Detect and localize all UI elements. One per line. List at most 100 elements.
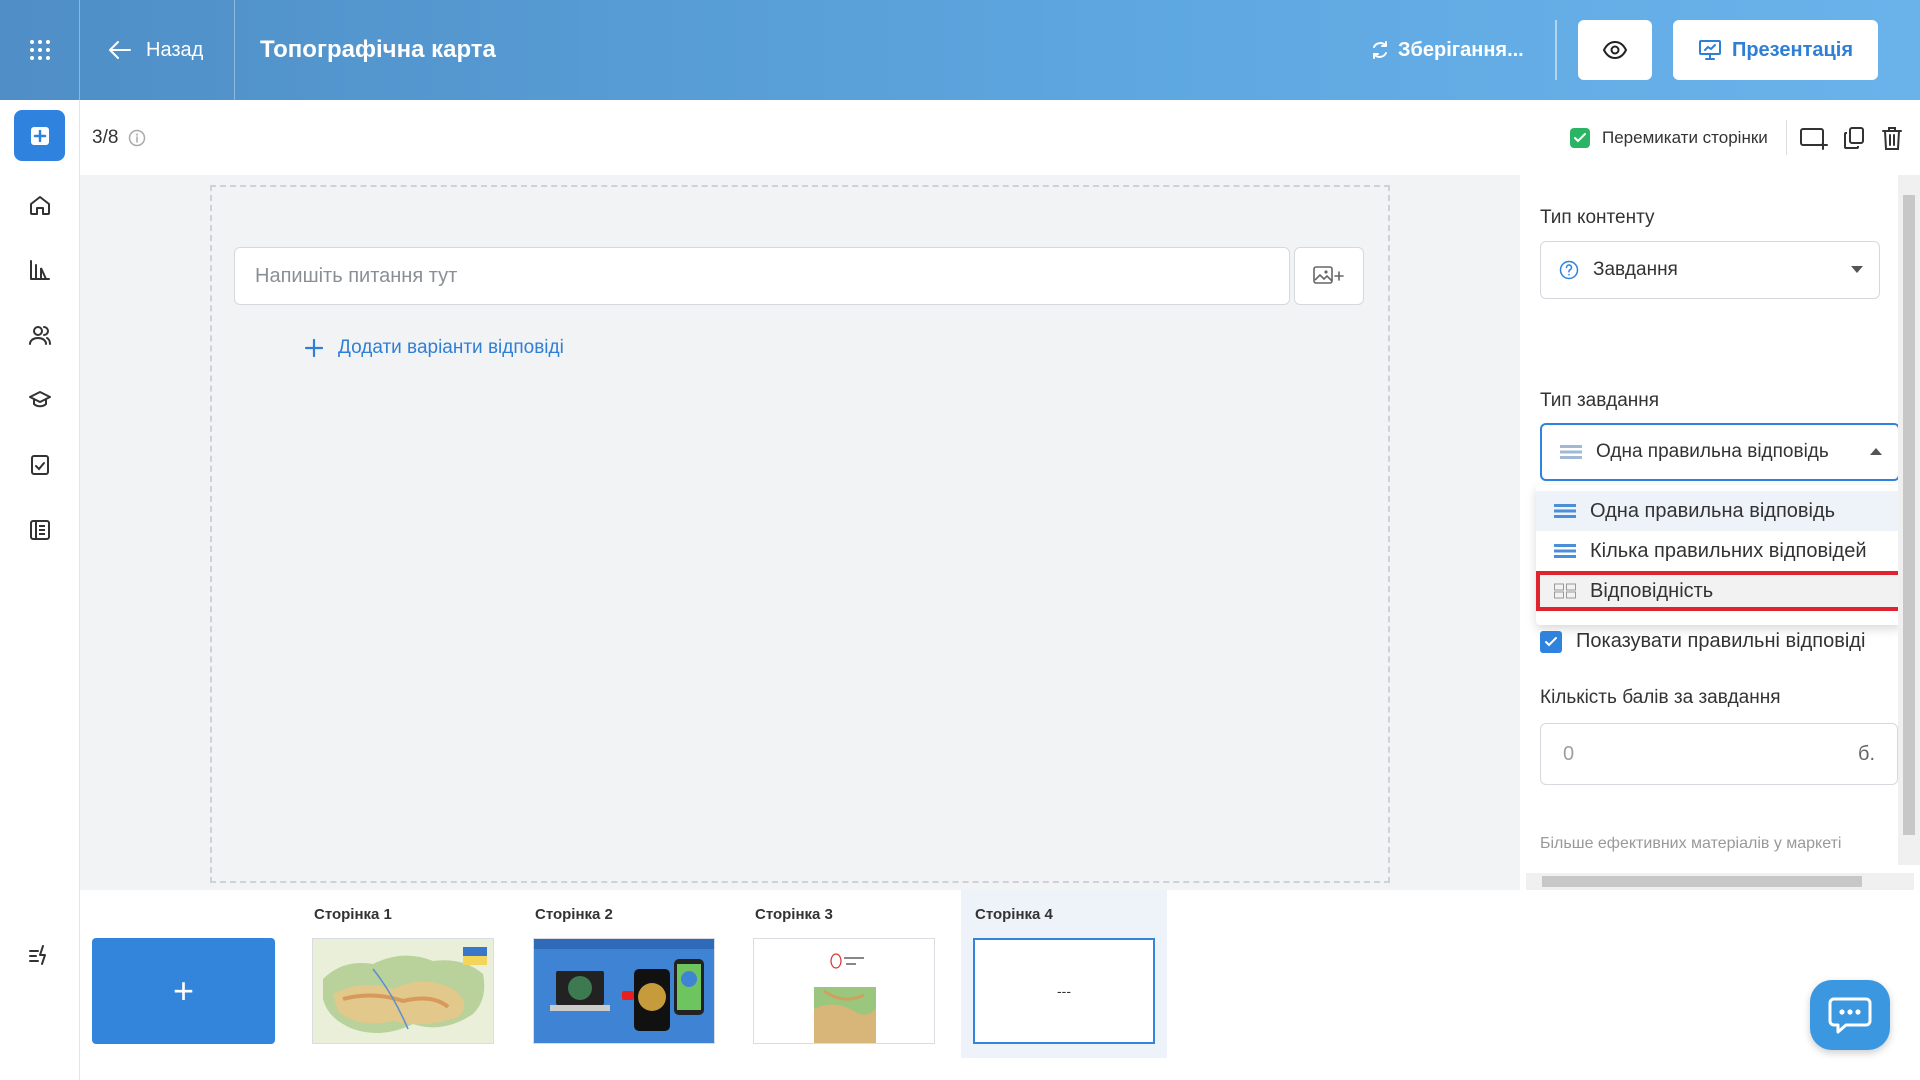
checklist-icon (31, 455, 49, 475)
page-toolbar: 3/8 Перемикати сторінки (80, 100, 1920, 175)
saving-status: Зберігання... (1370, 0, 1524, 100)
presentation-icon (1698, 40, 1721, 60)
create-button[interactable] (14, 110, 65, 161)
chat-bubble-icon (1828, 997, 1872, 1034)
content-type-label: Тип контенту (1540, 207, 1655, 228)
sidebar-item-journal[interactable] (0, 505, 80, 555)
page-label: Сторінка 4 (975, 906, 1053, 923)
eye-icon (1603, 41, 1627, 59)
page-label: Сторінка 1 (314, 906, 392, 923)
presentation-button[interactable]: Презентація (1673, 20, 1878, 80)
add-answers-button[interactable]: Додати варіанти відповіді (304, 333, 564, 363)
page-thumbnail-relief-map[interactable] (753, 938, 935, 1044)
option-matching[interactable]: Відповідність (1536, 571, 1902, 611)
image-plus-icon (1313, 266, 1344, 284)
option-multiple-answers[interactable]: Кілька правильних відповідей (1536, 531, 1902, 571)
info-icon[interactable] (128, 129, 146, 147)
caret-up-icon (1870, 448, 1882, 455)
list-icon (1560, 445, 1582, 459)
question-circle-icon (1559, 260, 1579, 280)
page-label: Сторінка 3 (755, 906, 833, 923)
question-input[interactable]: Напишіть питання тут (234, 247, 1290, 305)
switch-pages-checkbox[interactable] (1570, 127, 1590, 148)
plus-square-icon (30, 126, 49, 145)
preview-button[interactable] (1578, 20, 1652, 80)
add-slide-button[interactable] (1798, 122, 1830, 154)
content-type-value: Завдання (1593, 259, 1678, 280)
switch-pages-label: Перемикати сторінки (1602, 127, 1768, 147)
trash-icon (1882, 127, 1902, 150)
list-icon (1554, 544, 1576, 558)
page-card[interactable]: Сторінка 3 (741, 890, 947, 1058)
sidebar-item-courses[interactable] (0, 375, 80, 425)
settings-panel: Тип контенту Завдання Тип завдання Одна … (1520, 175, 1920, 890)
slide-area[interactable]: Напишіть питання тут Додати варіанти від… (210, 185, 1390, 883)
option-label: Відповідність (1590, 579, 1714, 602)
page-thumbnail-devices[interactable] (533, 938, 715, 1044)
question-placeholder: Напишіть питання тут (255, 264, 458, 287)
page-card[interactable]: Сторінка 2 (521, 890, 727, 1058)
back-button[interactable]: Назад (80, 0, 235, 100)
show-correct-toggle[interactable]: Показувати правильні відповіді (1540, 630, 1865, 653)
page-card-active[interactable]: Сторінка 4 --- (961, 890, 1167, 1058)
page-thumbnail-map[interactable] (312, 938, 494, 1044)
plus-icon (304, 338, 324, 358)
saving-label: Зберігання... (1398, 38, 1524, 61)
add-page-button[interactable]: + (92, 938, 275, 1044)
horizontal-scrollbar[interactable] (1526, 873, 1914, 890)
add-answers-label: Додати варіанти відповіді (338, 337, 564, 358)
task-type-value: Одна правильна відповідь (1596, 441, 1829, 462)
option-single-answer[interactable]: Одна правильна відповідь (1536, 491, 1902, 531)
points-input[interactable]: 0 б. (1540, 723, 1898, 785)
page-label: Сторінка 2 (535, 906, 613, 923)
points-unit: б. (1857, 742, 1875, 765)
page-title: Топографічна карта (260, 36, 496, 63)
content-type-select[interactable]: Завдання (1540, 241, 1880, 299)
page-counter: 3/8 (92, 100, 146, 175)
task-type-dropdown: Одна правильна відповідь Кілька правильн… (1536, 485, 1902, 625)
matching-grid-icon (1554, 583, 1576, 599)
sidebar (0, 100, 80, 1080)
delete-button[interactable] (1876, 122, 1908, 154)
points-label: Кількість балів за завдання (1540, 687, 1781, 708)
sync-icon (1373, 41, 1387, 59)
sidebar-item-library[interactable] (0, 245, 80, 295)
presentation-label: Презентація (1731, 38, 1854, 61)
sidebar-item-users[interactable] (0, 310, 80, 360)
copy-icon (1844, 127, 1864, 149)
sidebar-item-whats-new[interactable] (0, 930, 80, 980)
option-label: Одна правильна відповідь (1590, 499, 1836, 522)
library-icon (30, 260, 50, 280)
page-card[interactable]: Сторінка 1 (300, 890, 506, 1058)
switch-pages-toggle[interactable]: Перемикати сторінки (1570, 100, 1768, 175)
journal-icon (30, 520, 50, 540)
vertical-scrollbar[interactable] (1898, 175, 1920, 865)
list-icon (1554, 504, 1576, 518)
home-icon (30, 196, 50, 215)
sidebar-item-tasks[interactable] (0, 440, 80, 490)
caret-down-icon (1851, 266, 1863, 273)
sidebar-item-home[interactable] (0, 180, 80, 230)
task-type-select[interactable]: Одна правильна відповідь (1540, 423, 1900, 481)
page-counter-text: 3/8 (92, 126, 119, 148)
points-placeholder: 0 (1563, 742, 1575, 765)
arrow-left-icon (109, 41, 131, 59)
duplicate-button[interactable] (1838, 122, 1870, 154)
divider (1786, 120, 1787, 155)
top-bar: Назад Топографічна карта Зберігання... П… (0, 0, 1920, 100)
add-image-button[interactable] (1294, 247, 1364, 305)
more-materials-link[interactable]: Більше ефективних матеріалів у маркеті (1540, 835, 1841, 853)
divider (1555, 20, 1557, 80)
chat-support-button[interactable] (1810, 980, 1890, 1050)
add-slide-icon (1800, 128, 1828, 150)
graduation-cap-icon (29, 391, 51, 408)
lightning-list-icon (29, 945, 46, 965)
apps-menu-icon[interactable] (0, 0, 80, 100)
thumb-text: --- (1057, 983, 1071, 999)
show-correct-checkbox[interactable] (1540, 630, 1562, 653)
back-label: Назад (146, 38, 204, 61)
task-type-label: Тип завдання (1540, 390, 1660, 411)
users-icon (29, 326, 51, 345)
show-correct-label: Показувати правильні відповіді (1576, 630, 1866, 652)
page-thumbnail-empty[interactable]: --- (973, 938, 1155, 1044)
